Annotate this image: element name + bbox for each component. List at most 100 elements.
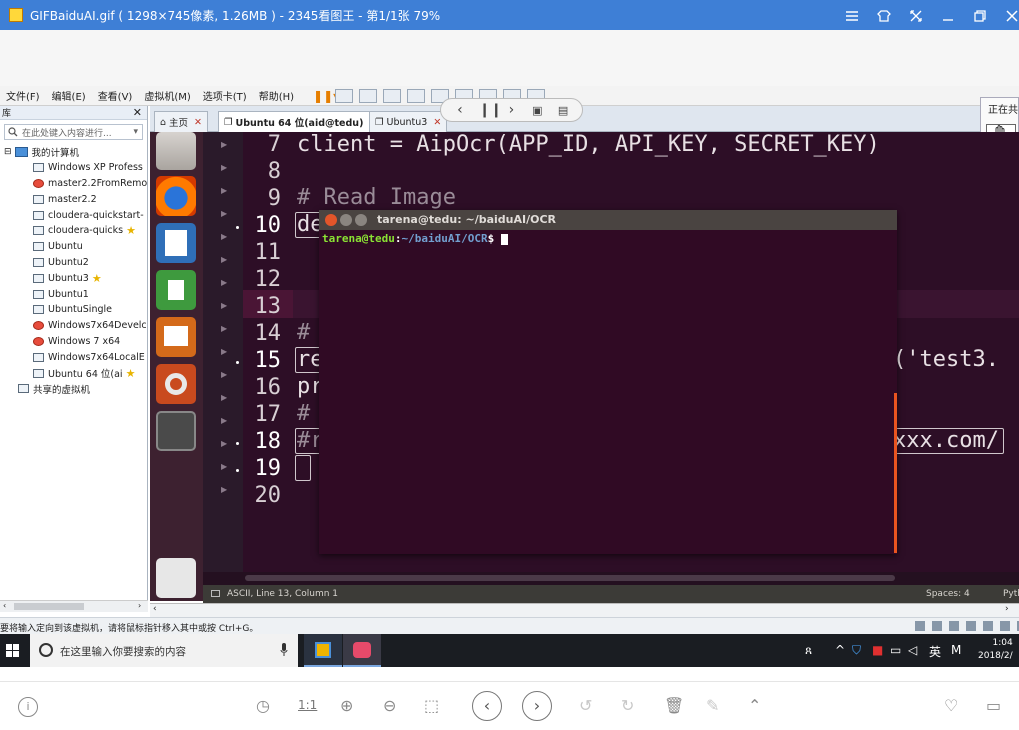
tab-ubuntu3[interactable]: ❐ Ubuntu3 ✕ [369, 111, 448, 132]
fit-window-icon[interactable]: ⬚ [424, 696, 439, 715]
edit-icon[interactable]: ✎ [706, 696, 719, 715]
menu-vm[interactable]: 虚拟机(M) [138, 88, 196, 103]
menu-tabs[interactable]: 选项卡(T) [197, 88, 253, 103]
tree-vm-item[interactable]: Ubuntu3 ★ [0, 270, 147, 286]
firefox-icon[interactable] [156, 176, 196, 216]
fold-arrow-icon[interactable]: ▶ [221, 370, 227, 379]
tree-vm-item[interactable]: master2.2 [0, 191, 147, 207]
delete-icon[interactable]: 🗑 [664, 696, 684, 715]
fold-arrow-icon[interactable]: ▶ [221, 186, 227, 195]
fold-arrow-icon[interactable]: ▶ [221, 278, 227, 287]
scroll-right-icon[interactable]: › [1005, 604, 1009, 614]
collapse-icon[interactable]: ⊟ [4, 147, 12, 157]
taskbar-search-input[interactable]: 在这里输入你要搜索的内容 [30, 634, 298, 667]
menu-edit[interactable]: 编辑(E) [46, 88, 92, 103]
guest-horizontal-scrollbar[interactable]: ‹ › [150, 603, 1019, 617]
previous-image-icon[interactable]: ‹ [472, 691, 502, 721]
snapshot-icon[interactable] [359, 88, 378, 103]
send-keys-icon[interactable] [335, 88, 354, 103]
fold-arrow-icon[interactable]: ▶ [221, 163, 227, 172]
windows-start-icon[interactable] [6, 644, 19, 657]
fold-arrow-icon[interactable]: ▶ [221, 140, 227, 149]
fold-arrow-icon[interactable]: ▶ [221, 439, 227, 448]
ime-language[interactable]: 英 [929, 643, 941, 660]
library-horizontal-scrollbar[interactable]: ‹ › [0, 600, 148, 612]
save-all-frames-icon[interactable]: ▤ [556, 104, 570, 117]
tab-home[interactable]: ⌂ 主页 ✕ [154, 111, 209, 132]
tab-close-icon[interactable]: ✕ [194, 117, 202, 128]
taskbar-vmware-icon[interactable] [304, 634, 342, 667]
fold-arrow-icon[interactable]: ▶ [221, 416, 227, 425]
libreoffice-calc-icon[interactable] [156, 270, 196, 310]
system-settings-icon[interactable] [156, 364, 196, 404]
people-icon[interactable]: ጸ [805, 643, 812, 658]
fold-arrow-icon[interactable]: ▶ [221, 347, 227, 356]
scrollbar-thumb[interactable] [14, 603, 84, 610]
library-search-input[interactable]: 在此处键入内容进行... ▾ [4, 124, 143, 140]
snapshot-manager-icon[interactable] [407, 88, 426, 103]
zoom-in-icon[interactable]: ⊕ [340, 696, 353, 715]
panel-toggle-icon[interactable] [211, 590, 220, 597]
adjust-icon[interactable]: ◷ [256, 696, 270, 715]
scroll-left-icon[interactable]: ‹ [153, 604, 157, 614]
info-icon[interactable]: i [18, 697, 38, 717]
scroll-left-icon[interactable]: ‹ [3, 601, 6, 610]
microphone-icon[interactable] [280, 643, 288, 657]
minimize-icon[interactable] [932, 8, 964, 24]
antivirus-icon[interactable]: ■ [872, 643, 883, 657]
tree-vm-item[interactable]: Ubuntu1 [0, 286, 147, 302]
chevron-down-icon[interactable]: ▾ [133, 127, 138, 137]
tree-vm-item[interactable]: Windows7x64Develc [0, 318, 147, 334]
previous-frame-icon[interactable]: ‹ [453, 102, 467, 118]
tree-vm-item[interactable]: master2.2FromRemo [0, 176, 147, 192]
tree-vm-item[interactable]: cloudera-quicks ★ [0, 223, 147, 239]
libreoffice-impress-icon[interactable] [156, 317, 196, 357]
favorite-icon[interactable]: ♡ [944, 696, 958, 715]
trash-icon[interactable] [156, 558, 196, 598]
fold-arrow-icon[interactable]: ▶ [221, 255, 227, 264]
tree-vm-item[interactable]: Windows 7 x64 [0, 334, 147, 350]
actual-size-button[interactable]: 1:1 [298, 698, 317, 712]
tree-root[interactable]: ⊟ 我的计算机 [0, 144, 147, 160]
fold-arrow-icon[interactable]: ▶ [221, 232, 227, 241]
next-image-icon[interactable]: › [522, 691, 552, 721]
fold-arrow-icon[interactable]: ▶ [221, 485, 227, 494]
menu-view[interactable]: 查看(V) [92, 88, 139, 103]
fold-arrow-icon[interactable]: ▶ [221, 324, 227, 333]
terminal-prompt[interactable]: tarena@tedu:~/baiduAI/OCR$ [319, 230, 897, 247]
tab-ubuntu-64[interactable]: ❐ Ubuntu 64 位(aid@tedu) ✕ [218, 111, 384, 132]
tree-shared-vms[interactable]: 共享的虚拟机 [0, 381, 147, 397]
security-shield-icon[interactable]: ⛉ [852, 643, 861, 658]
files-icon[interactable] [156, 132, 196, 170]
tree-vm-item[interactable]: Ubuntu [0, 239, 147, 255]
indentation-setting[interactable]: Spaces: 4 [926, 589, 970, 599]
terminal-minimize-icon[interactable] [340, 214, 352, 226]
zoom-out-icon[interactable]: ⊖ [383, 696, 396, 715]
terminal-window[interactable]: tarena@tedu: ~/baiduAI/OCR tarena@tedu:~… [319, 210, 897, 554]
volume-icon[interactable]: ◁ [908, 643, 917, 657]
taskbar-image-viewer-icon[interactable] [343, 634, 381, 667]
fullscreen-icon[interactable] [900, 8, 932, 24]
tree-vm-item[interactable]: cloudera-quickstart- [0, 207, 147, 223]
software-updater-icon[interactable] [156, 411, 196, 451]
scrollbar-thumb[interactable] [245, 575, 895, 581]
tree-vm-item[interactable]: Ubuntu 64 位(ai ★ [0, 365, 147, 381]
fold-arrow-icon[interactable]: ▶ [221, 209, 227, 218]
show-hidden-icons-icon[interactable]: ^ [835, 643, 845, 657]
editor-horizontal-scrollbar[interactable] [203, 572, 1019, 585]
menu-icon[interactable] [836, 8, 868, 24]
close-icon[interactable] [996, 8, 1019, 24]
fold-arrow-icon[interactable]: ▶ [221, 462, 227, 471]
syntax-setting[interactable]: Pyth [1003, 589, 1019, 599]
pause-icon[interactable]: ❚❚▾ [313, 89, 339, 103]
tree-vm-item[interactable]: Ubuntu2 [0, 255, 147, 271]
battery-icon[interactable]: ▭ [890, 643, 901, 657]
pause-playback-icon[interactable]: ❙❙ [479, 102, 502, 118]
terminal-close-icon[interactable] [325, 214, 337, 226]
skin-icon[interactable] [868, 8, 900, 24]
more-icon[interactable]: ⌃ [748, 696, 761, 715]
tree-vm-item[interactable]: Windows7x64LocalE [0, 349, 147, 365]
tab-close-icon[interactable]: ✕ [433, 117, 441, 128]
fold-arrow-icon[interactable]: ▶ [221, 301, 227, 310]
taskbar-clock[interactable]: 1:04 2018/2/ [978, 637, 1013, 663]
